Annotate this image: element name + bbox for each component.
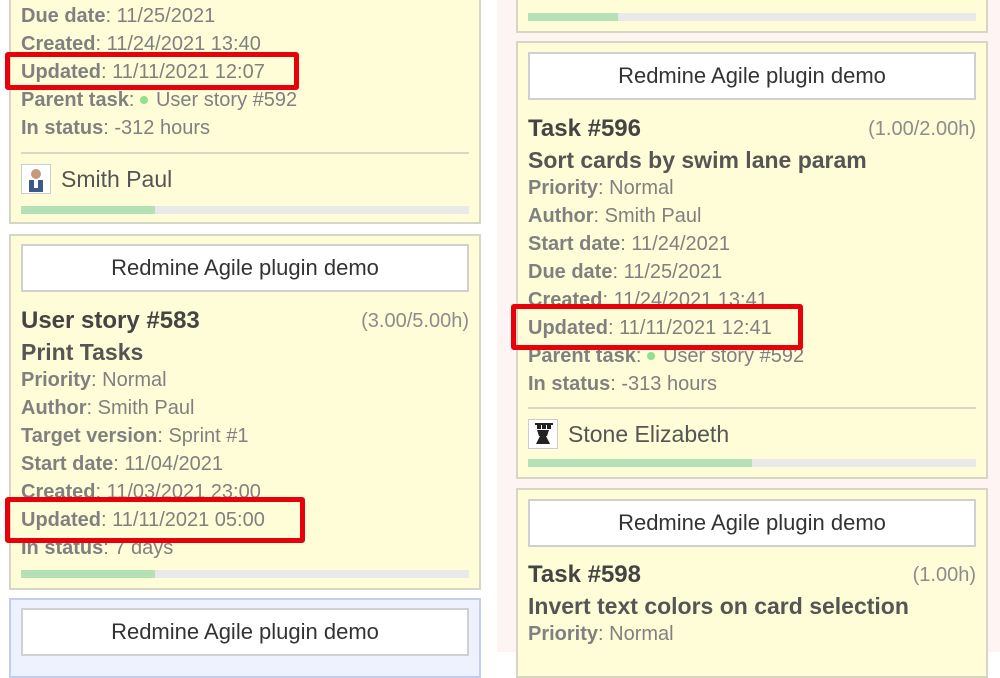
progress-bar — [21, 206, 469, 214]
card-title-row: Task #596 (1.00/2.00h) — [528, 113, 976, 145]
card-project-button[interactable]: Redmine Agile plugin demo — [528, 499, 976, 547]
issue-id-link[interactable]: Task #598 — [528, 561, 641, 588]
card-title-row: Task #598 (1.00h) — [528, 559, 976, 591]
card-hours: (1.00h) — [912, 564, 976, 586]
card-hours: (3.00/5.00h) — [361, 310, 469, 332]
issue-id-link[interactable]: Task #596 — [528, 115, 641, 142]
highlight-box-updated — [5, 497, 305, 543]
card-field-target-version: Target version: Sprint #1 — [21, 425, 249, 447]
card-title-row: User story #583 (3.00/5.00h) — [21, 305, 469, 337]
agile-column-left: Due date: 11/25/2021 Created: 11/24/2021… — [0, 0, 497, 678]
progress-fill — [528, 13, 618, 21]
card-subject[interactable]: Print Tasks — [21, 336, 469, 368]
card-hours: (1.00/2.00h) — [868, 118, 976, 140]
avatar — [528, 419, 558, 449]
agile-card[interactable]: Redmine Agile plugin demo — [9, 598, 481, 678]
progress-bar — [21, 570, 469, 578]
card-assignee[interactable]: Smith Paul — [21, 162, 172, 196]
card-field-priority: Priority: Normal — [528, 177, 674, 199]
parent-task-link[interactable]: User story #592 — [156, 89, 297, 111]
highlight-box-updated — [511, 304, 803, 350]
agile-card[interactable]: Redmine Agile plugin demo Task #596 (1.0… — [516, 41, 988, 479]
card-assignee[interactable]: Stone Elizabeth — [528, 417, 729, 451]
agile-card[interactable]: Due date: 11/25/2021 Created: 11/24/2021… — [9, 0, 481, 224]
card-field-due-date: Due date: 11/25/2021 — [528, 261, 723, 283]
status-dot-icon — [139, 95, 148, 104]
progress-bar — [528, 459, 976, 467]
card-divider — [21, 152, 469, 154]
card-subject[interactable]: Sort cards by swim lane param — [528, 144, 976, 176]
card-field-author: Author: Smith Paul — [21, 397, 195, 419]
card-field-due-date: Due date: 11/25/2021 — [21, 5, 216, 27]
assignee-name[interactable]: Smith Paul — [61, 166, 172, 193]
card-field-in-status: In status: -313 hours — [528, 373, 717, 395]
card-field-author: Author: Smith Paul — [528, 205, 702, 227]
card-divider — [528, 407, 976, 409]
card-field-priority: Priority: Normal — [528, 623, 674, 645]
person-avatar-icon — [29, 169, 43, 192]
issue-id-link[interactable]: User story #583 — [21, 307, 200, 334]
assignee-name[interactable]: Stone Elizabeth — [568, 421, 729, 448]
card-field-priority: Priority: Normal — [21, 369, 167, 391]
castle-avatar-icon — [535, 423, 553, 444]
card-field-start-date: Start date: 11/04/2021 — [21, 453, 223, 475]
card-field-in-status: In status: -312 hours — [21, 117, 210, 139]
card-subject[interactable]: Invert text colors on card selection — [528, 590, 976, 622]
highlight-box-updated — [5, 52, 299, 90]
progress-fill — [21, 570, 156, 578]
progress-fill — [21, 206, 156, 214]
progress-fill — [528, 459, 752, 467]
card-field-start-date: Start date: 11/24/2021 — [528, 233, 730, 255]
card-project-button[interactable]: Redmine Agile plugin demo — [21, 608, 469, 656]
agile-card[interactable] — [516, 0, 988, 33]
card-field-parent-task: Parent task: User story #592 — [21, 89, 298, 111]
avatar — [21, 164, 51, 194]
agile-card[interactable]: Redmine Agile plugin demo Task #598 (1.0… — [516, 488, 988, 678]
progress-bar — [528, 13, 976, 21]
card-project-button[interactable]: Redmine Agile plugin demo — [21, 244, 469, 292]
status-dot-icon — [646, 351, 655, 360]
card-project-button[interactable]: Redmine Agile plugin demo — [528, 52, 976, 100]
